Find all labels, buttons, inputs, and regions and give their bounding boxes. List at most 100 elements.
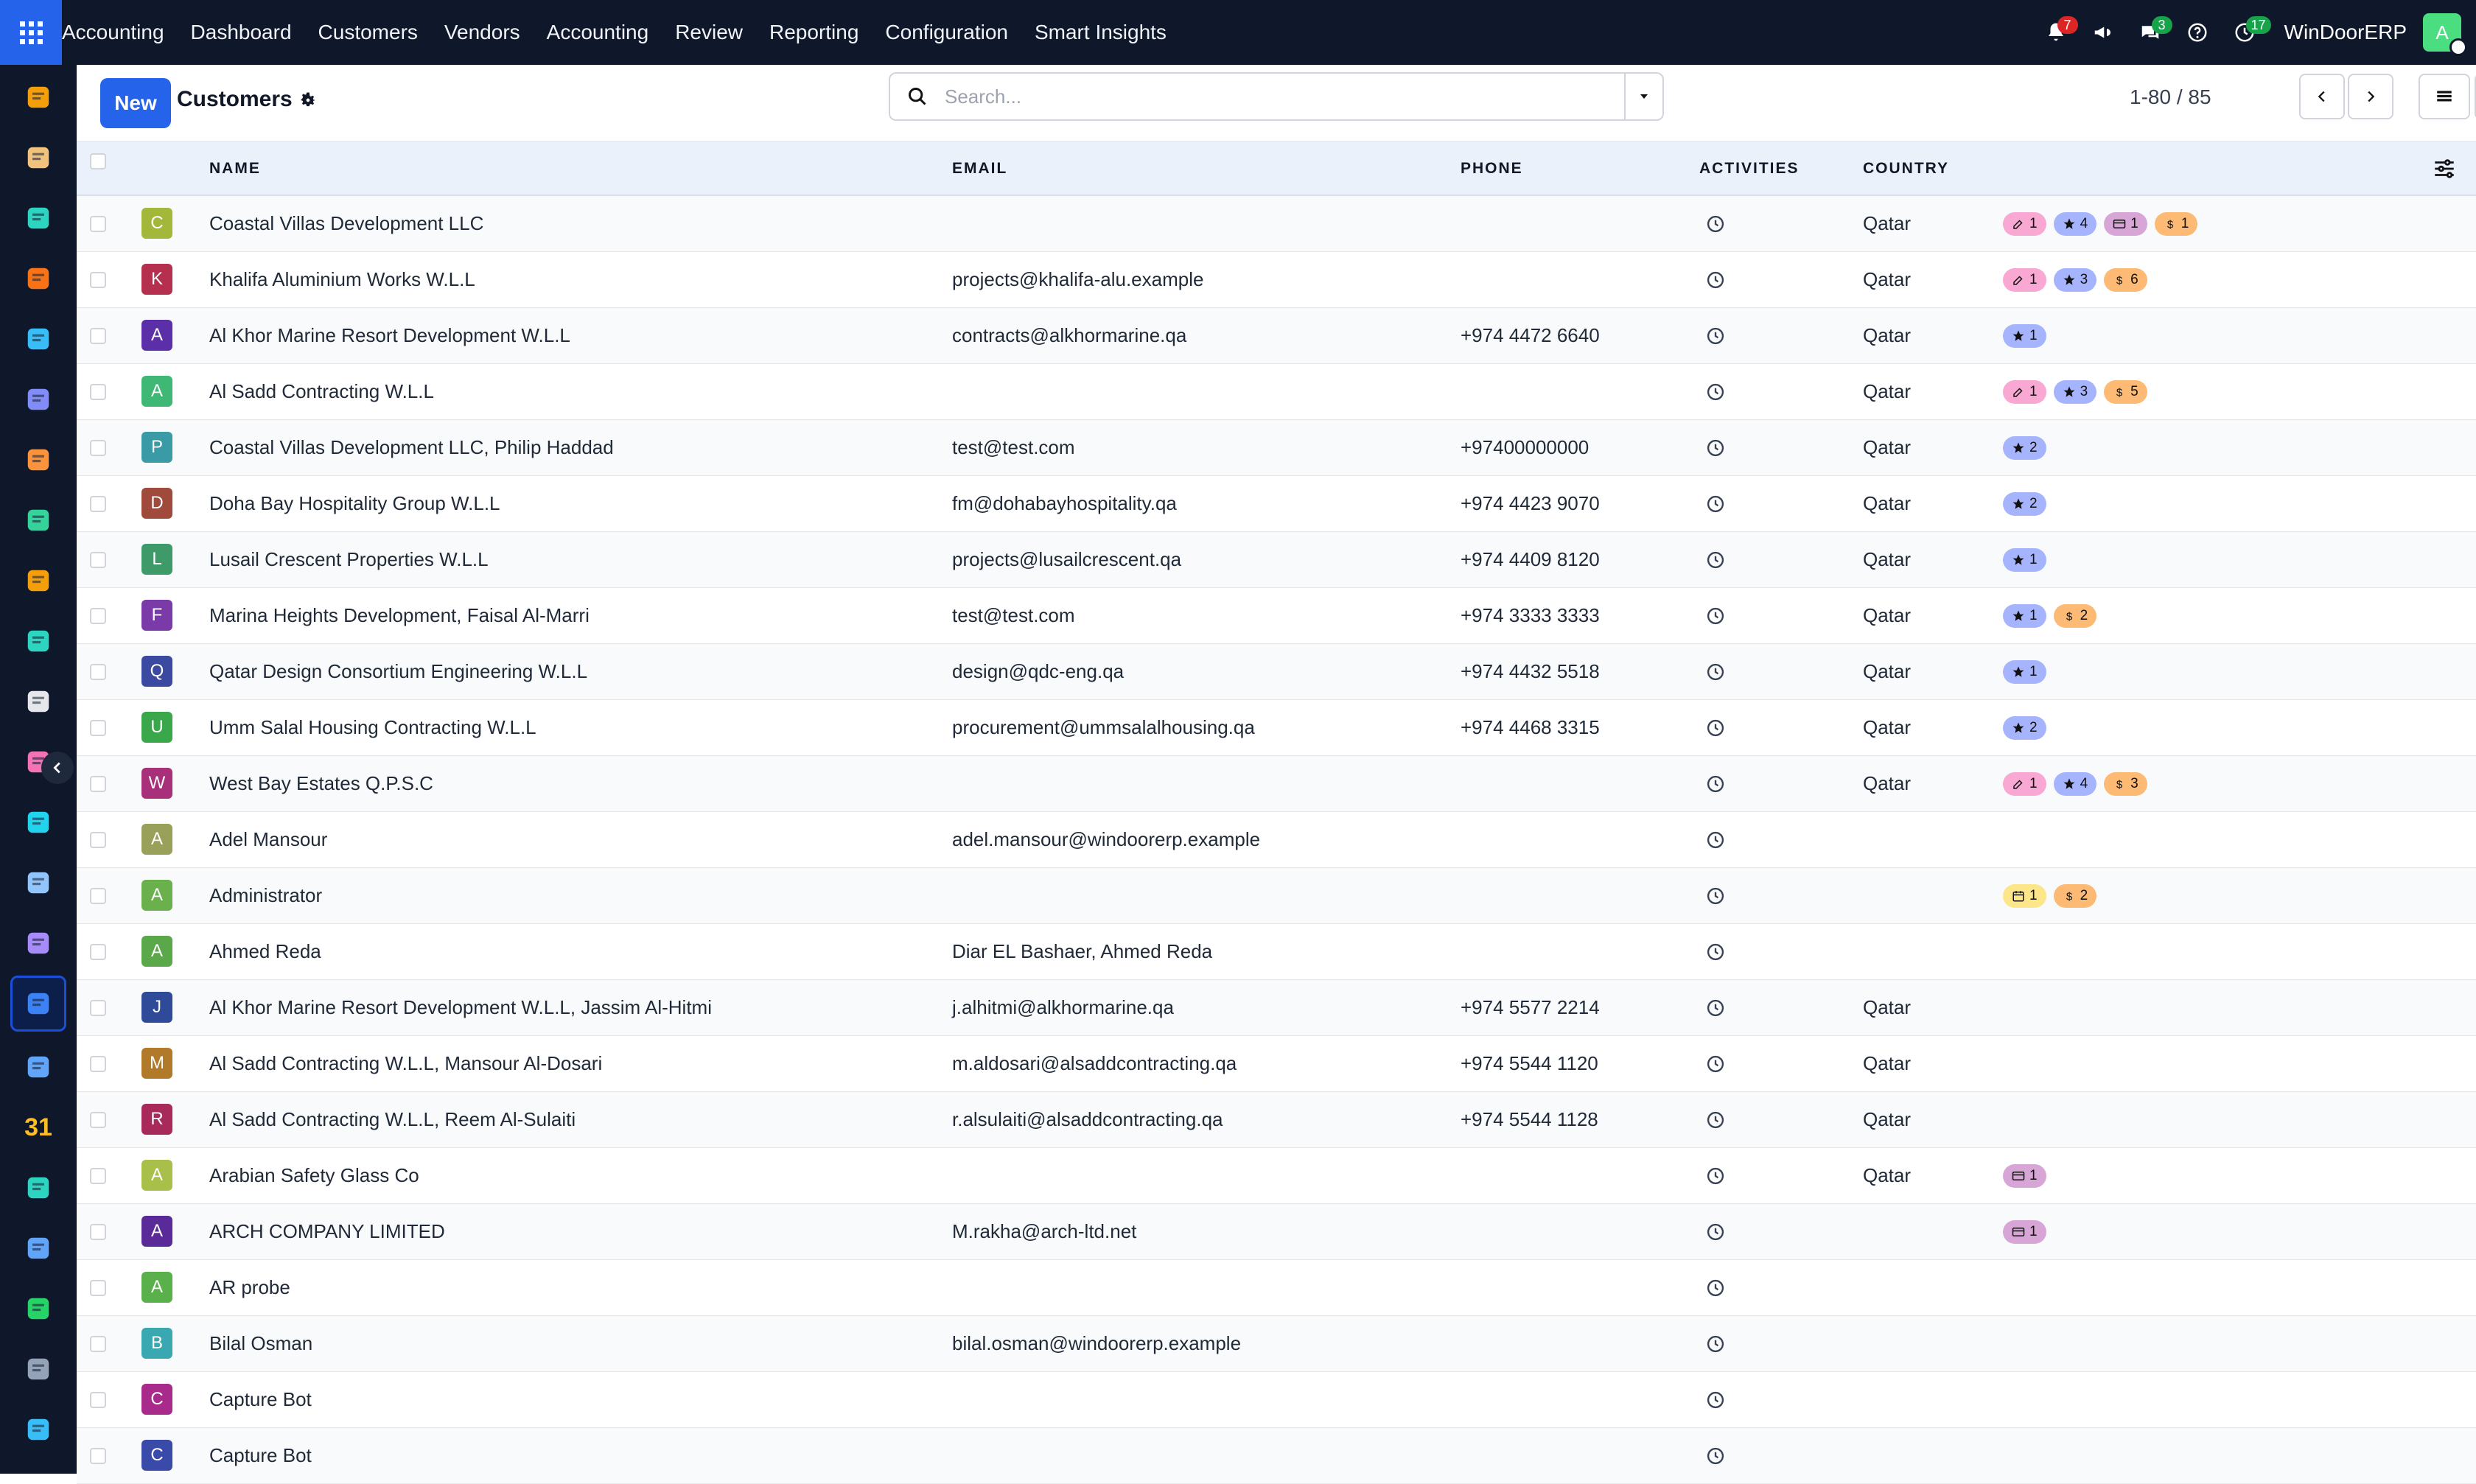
row-checkbox[interactable] (90, 1112, 106, 1128)
table-row[interactable]: A AR probe (77, 1260, 2476, 1316)
dollar-count-badge[interactable]: $5 (2104, 380, 2147, 404)
table-row[interactable]: F Marina Heights Development, Faisal Al-… (77, 588, 2476, 644)
star-count-badge[interactable]: 2 (2003, 436, 2046, 460)
activity-clock-icon[interactable] (1705, 1166, 1726, 1186)
menu-vendors[interactable]: Vendors (431, 0, 534, 65)
mail-icon[interactable] (19, 380, 57, 419)
column-header-country[interactable]: COUNTRY (1863, 141, 1949, 196)
dollar-count-badge[interactable]: $6 (2104, 268, 2147, 292)
dollar-count-badge[interactable]: $2 (2053, 604, 2097, 628)
activity-clock-icon[interactable] (1705, 942, 1726, 962)
invoicing-icon[interactable] (19, 78, 57, 116)
row-checkbox[interactable] (90, 1280, 106, 1296)
table-row[interactable]: U Umm Salal Housing Contracting W.L.L pr… (77, 700, 2476, 756)
activity-clock-icon[interactable] (1705, 1446, 1726, 1466)
table-row[interactable]: A Al Khor Marine Resort Development W.L.… (77, 308, 2476, 364)
timer-icon[interactable] (19, 1350, 57, 1388)
row-checkbox[interactable] (90, 1000, 106, 1016)
search-input[interactable] (945, 74, 1593, 119)
activity-clock-icon[interactable] (1705, 326, 1726, 346)
table-row[interactable]: Q Qatar Design Consortium Engineering W.… (77, 644, 2476, 700)
menu-smart-insights[interactable]: Smart Insights (1021, 0, 1180, 65)
row-checkbox[interactable] (90, 1336, 106, 1352)
row-checkbox[interactable] (90, 944, 106, 960)
star-count-badge[interactable]: 2 (2003, 492, 2046, 516)
table-row[interactable]: A Adel Mansour adel.mansour@windoorerp.e… (77, 812, 2476, 868)
sign-icon[interactable] (19, 1169, 57, 1207)
table-row[interactable]: L Lusail Crescent Properties W.L.L proje… (77, 532, 2476, 588)
star-count-badge[interactable]: 2 (2003, 716, 2046, 740)
activity-clock-icon[interactable] (1705, 438, 1726, 458)
menu-review[interactable]: Review (662, 0, 756, 65)
table-row[interactable]: K Khalifa Aluminium Works W.L.L projects… (77, 252, 2476, 308)
activity-clock-icon[interactable] (1705, 1054, 1726, 1074)
menu-configuration[interactable]: Configuration (872, 0, 1021, 65)
gear-icon[interactable] (298, 90, 318, 111)
activity-clock-icon[interactable] (1705, 774, 1726, 794)
contacts-icon[interactable] (19, 199, 57, 237)
activity-clock-icon[interactable] (1705, 1278, 1726, 1298)
table-row[interactable]: J Al Khor Marine Resort Development W.L.… (77, 980, 2476, 1036)
star-count-badge[interactable]: 1 (2003, 548, 2046, 572)
table-row[interactable]: W West Bay Estates Q.P.S.C Qatar 1 4 $3 (77, 756, 2476, 812)
user-avatar[interactable]: A (2423, 13, 2467, 56)
apps-menu-icon[interactable] (0, 0, 62, 65)
table-row[interactable]: A Administrator 1 $2 (77, 868, 2476, 924)
row-checkbox[interactable] (90, 272, 106, 288)
edit-count-badge[interactable]: 1 (2003, 268, 2046, 292)
row-checkbox[interactable] (90, 776, 106, 792)
activity-clock-icon[interactable] (1705, 382, 1726, 402)
calendar-icon[interactable]: 31 (19, 1108, 57, 1147)
row-checkbox[interactable] (90, 384, 106, 400)
dollar-count-badge[interactable]: $3 (2104, 772, 2147, 796)
table-row[interactable]: A Ahmed Reda Diar EL Bashaer, Ahmed Reda (77, 924, 2476, 980)
row-checkbox[interactable] (90, 1168, 106, 1184)
row-checkbox[interactable] (90, 720, 106, 736)
edit-count-badge[interactable]: 1 (2003, 212, 2046, 236)
company-switcher[interactable]: WinDoorERP (2284, 21, 2407, 44)
activity-clock-icon[interactable] (1705, 886, 1726, 906)
edit-count-badge[interactable]: 1 (2003, 380, 2046, 404)
calendar-count-badge[interactable]: 1 (2003, 884, 2046, 908)
star-count-badge[interactable]: 1 (2003, 604, 2046, 628)
dollar-count-badge[interactable]: $1 (2154, 212, 2198, 236)
table-row[interactable]: C Capture Bot (77, 1372, 2476, 1428)
reports-icon[interactable] (19, 561, 57, 600)
list-view-button[interactable] (2419, 74, 2470, 119)
menu-accounting[interactable]: Accounting (534, 0, 662, 65)
expenses-icon[interactable] (19, 139, 57, 177)
row-checkbox[interactable] (90, 328, 106, 344)
menu-customers[interactable]: Customers (305, 0, 431, 65)
table-row[interactable]: R Al Sadd Contracting W.L.L, Reem Al-Sul… (77, 1092, 2476, 1148)
table-row[interactable]: A Arabian Safety Glass Co Qatar 1 (77, 1148, 2476, 1204)
table-row[interactable]: A ARCH COMPANY LIMITED M.rakha@arch-ltd.… (77, 1204, 2476, 1260)
star-count-badge[interactable]: 3 (2053, 380, 2097, 404)
pager-value[interactable]: 1-80 / 85 (2130, 85, 2211, 109)
column-header-phone[interactable]: PHONE (1461, 141, 1523, 196)
inventory-icon[interactable] (19, 501, 57, 539)
table-row[interactable]: P Coastal Villas Development LLC, Philip… (77, 420, 2476, 476)
column-header-name[interactable]: NAME (209, 141, 261, 196)
product-icon[interactable] (19, 682, 57, 721)
whatsapp-icon[interactable] (19, 1289, 57, 1328)
studio-icon[interactable] (19, 1410, 57, 1449)
table-row[interactable]: A Al Sadd Contracting W.L.L Qatar 1 3 $5 (77, 364, 2476, 420)
activity-clock-icon[interactable] (1705, 830, 1726, 850)
row-checkbox[interactable] (90, 1224, 106, 1240)
team-icon[interactable] (19, 1048, 57, 1086)
table-row[interactable]: D Doha Bay Hospitality Group W.L.L fm@do… (77, 476, 2476, 532)
star-count-badge[interactable]: 4 (2053, 772, 2097, 796)
row-checkbox[interactable] (90, 216, 106, 232)
activity-clock-icon[interactable] (1705, 606, 1726, 626)
table-row[interactable]: B Bilal Osman bilal.osman@windoorerp.exa… (77, 1316, 2476, 1372)
menu-dashboard[interactable]: Dashboard (178, 0, 305, 65)
row-checkbox[interactable] (90, 1448, 106, 1464)
knowledge-icon[interactable] (19, 864, 57, 902)
activity-clock-icon[interactable] (1705, 718, 1726, 738)
activity-clock-icon[interactable] (1705, 1110, 1726, 1130)
help-button[interactable] (2177, 12, 2218, 53)
dashboards-icon[interactable] (19, 1229, 57, 1267)
announcements-button[interactable] (2082, 12, 2124, 53)
menu-reporting[interactable]: Reporting (756, 0, 872, 65)
card-count-badge[interactable]: 1 (2104, 212, 2147, 236)
